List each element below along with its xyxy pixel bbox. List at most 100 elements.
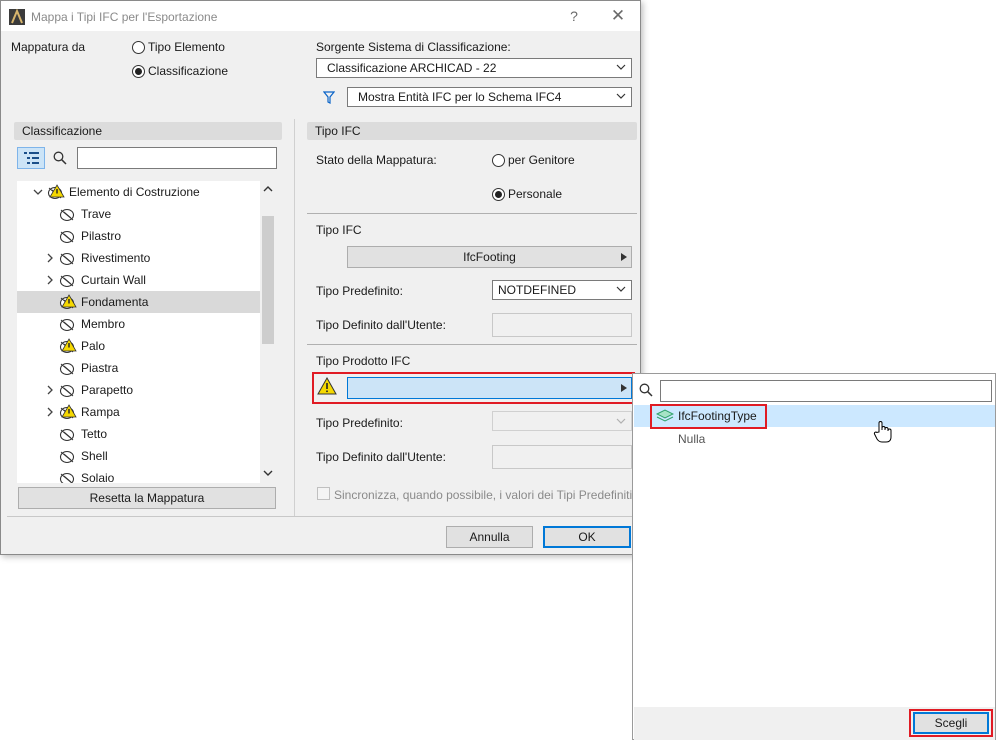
tree-item[interactable]: Palo <box>17 335 260 357</box>
product-predefined-type-select <box>492 411 632 431</box>
ifc-product-type-picker[interactable] <box>347 377 632 399</box>
radio-label: Personale <box>508 187 563 201</box>
chevron-right-icon[interactable] <box>45 253 55 263</box>
divider <box>307 213 637 214</box>
classification-icon <box>59 252 75 266</box>
warning-icon <box>317 377 337 395</box>
classification-tree[interactable]: Elemento di Costruzione Trave Pilastro Rive… <box>17 181 276 483</box>
divider <box>307 344 637 345</box>
product-predefined-type-label: Tipo Predefinito: <box>316 416 403 430</box>
chevron-right-icon[interactable] <box>45 407 55 417</box>
source-select[interactable]: Classificazione ARCHICAD - 22 <box>316 58 632 78</box>
mapping-from-label: Mappatura da <box>11 40 86 54</box>
radio-personale[interactable]: Personale <box>492 187 562 201</box>
tree-item-label: Membro <box>81 317 126 331</box>
ifc-schema-filter-select[interactable]: Mostra Entità IFC per lo Schema IFC4 <box>347 87 632 107</box>
source-label: Sorgente Sistema di Classificazione: <box>316 40 511 54</box>
sync-checkbox-label: Sincronizza, quando possibile, i valori … <box>334 488 633 502</box>
warning-classification-icon <box>59 404 77 420</box>
classification-icon <box>59 318 75 332</box>
search-icon <box>53 151 67 165</box>
triangle-right-icon <box>621 384 627 392</box>
radio-circle[interactable] <box>132 40 145 54</box>
triangle-right-icon <box>621 253 627 261</box>
classification-search-input[interactable] <box>77 147 277 169</box>
chevron-down-icon <box>616 93 626 99</box>
classification-icon <box>59 362 75 376</box>
tree-item[interactable]: Rampa <box>17 401 260 423</box>
mapping-state-label: Stato della Mappatura: <box>316 153 437 167</box>
radio-circle[interactable] <box>492 153 505 167</box>
tree-view-toggle[interactable] <box>17 147 45 169</box>
radio-circle[interactable] <box>132 64 145 78</box>
scroll-up-icon[interactable] <box>263 184 273 194</box>
sync-checkbox[interactable] <box>317 487 330 500</box>
chevron-down-icon[interactable] <box>33 187 43 197</box>
tree-item-label: Solaio <box>81 471 115 483</box>
search-icon <box>639 383 653 397</box>
tree-item-label: Parapetto <box>81 383 134 397</box>
tree-item[interactable]: Curtain Wall <box>17 269 260 291</box>
footer-divider <box>7 516 637 517</box>
tree-item[interactable]: Piastra <box>17 357 260 379</box>
tree-item-label: Shell <box>81 449 108 463</box>
help-button[interactable]: ? <box>563 6 585 26</box>
popup-search-input[interactable] <box>660 380 992 402</box>
ifc-type-header: Tipo IFC <box>307 122 637 140</box>
choose-button[interactable]: Scegli <box>913 712 989 734</box>
tree-item-label: Elemento di Costruzione <box>69 185 200 199</box>
tree-item[interactable]: Tetto <box>17 423 260 445</box>
chevron-down-icon <box>616 286 626 292</box>
close-icon[interactable]: ✕ <box>607 6 629 26</box>
tree-list-icon <box>24 152 39 164</box>
hand-cursor-icon <box>873 421 892 443</box>
predefined-type-value: NOTDEFINED <box>498 283 576 297</box>
filter-icon[interactable] <box>323 91 335 104</box>
scroll-down-icon[interactable] <box>263 468 273 478</box>
tree-item[interactable]: Elemento di Costruzione <box>17 181 260 203</box>
ifc-type-picker-button[interactable]: IfcFooting <box>347 246 632 268</box>
tree-item[interactable]: Membro <box>17 313 260 335</box>
ifc-type-icon <box>656 409 674 422</box>
tree-item-label: Trave <box>81 207 112 221</box>
classification-icon <box>59 472 75 483</box>
classification-icon <box>59 230 75 244</box>
tree-item-label: Rivestimento <box>81 251 151 265</box>
warning-classification-icon <box>47 184 65 200</box>
cancel-button[interactable]: Annulla <box>446 526 533 548</box>
chevron-down-icon <box>616 64 626 70</box>
tree-scroll-thumb[interactable] <box>262 216 274 344</box>
tree-item[interactable]: Pilastro <box>17 225 260 247</box>
ifc-product-type-popup: IfcFootingType Nulla Scegli <box>632 373 996 740</box>
radio-label: Tipo Elemento <box>148 40 225 54</box>
product-user-defined-type-field <box>492 445 632 469</box>
tree-item-label: Fondamenta <box>81 295 149 309</box>
tree-item[interactable]: Parapetto <box>17 379 260 401</box>
radio-classificazione[interactable]: Classificazione <box>132 64 228 78</box>
tree-item[interactable]: Trave <box>17 203 260 225</box>
classification-header: Classificazione <box>14 122 282 140</box>
radio-circle[interactable] <box>492 187 505 201</box>
popup-item-nulla[interactable]: Nulla <box>678 432 705 446</box>
tree-item[interactable]: Solaio <box>17 467 260 483</box>
window-title: Mappa i Tipi IFC per l'Esportazione <box>31 10 218 24</box>
classification-icon <box>59 428 75 442</box>
classification-icon <box>59 274 75 288</box>
chevron-right-icon[interactable] <box>45 385 55 395</box>
tree-item[interactable]: Shell <box>17 445 260 467</box>
tree-item[interactable]: Rivestimento <box>17 247 260 269</box>
predefined-type-select[interactable]: NOTDEFINED <box>492 280 632 300</box>
ok-button[interactable]: OK <box>543 526 631 548</box>
radio-per-genitore[interactable]: per Genitore <box>492 153 575 167</box>
archicad-app-icon <box>9 9 25 25</box>
predefined-type-label: Tipo Predefinito: <box>316 284 403 298</box>
popup-item-label: IfcFootingType <box>678 409 757 423</box>
source-select-value: Classificazione ARCHICAD - 22 <box>327 61 497 75</box>
reset-mapping-button[interactable]: Resetta la Mappatura <box>18 487 276 509</box>
user-defined-type-label: Tipo Definito dall'Utente: <box>316 318 446 332</box>
tree-item[interactable]: Fondamenta <box>17 291 260 313</box>
radio-tipo-elemento[interactable]: Tipo Elemento <box>132 40 225 54</box>
chevron-right-icon[interactable] <box>45 275 55 285</box>
product-user-defined-type-label: Tipo Definito dall'Utente: <box>316 450 446 464</box>
radio-label: per Genitore <box>508 153 575 167</box>
